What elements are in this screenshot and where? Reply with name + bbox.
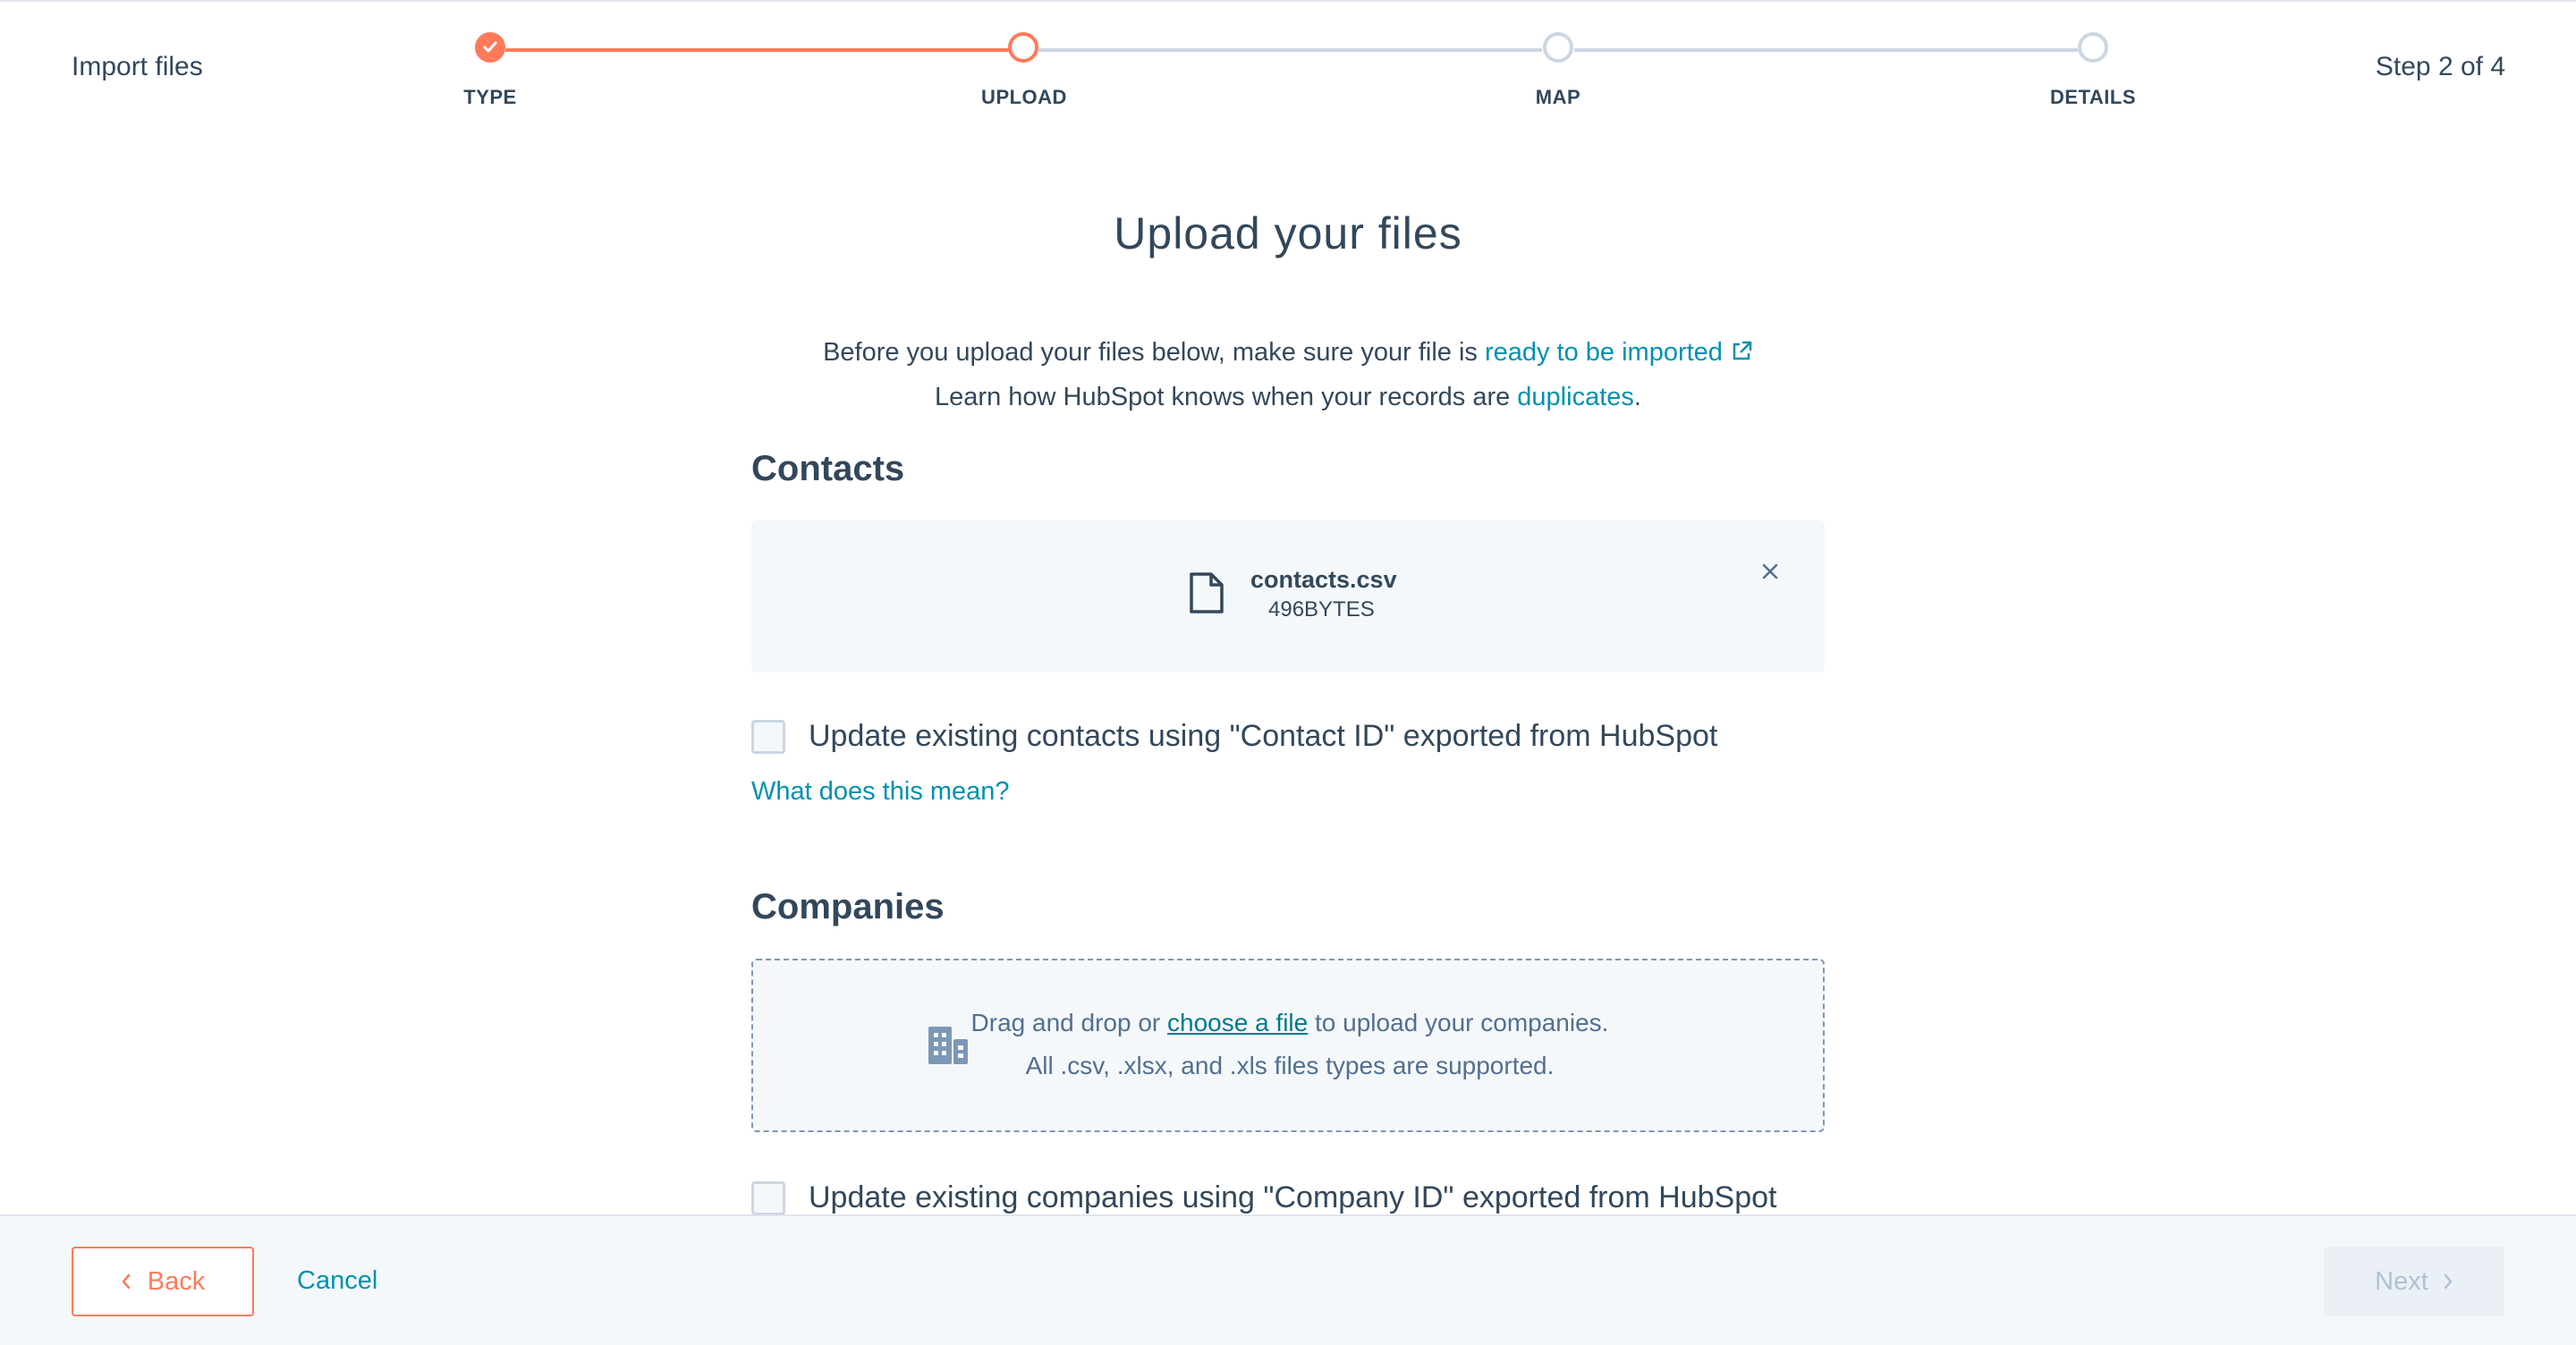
- ready-to-import-link[interactable]: ready to be imported: [1485, 338, 1723, 367]
- chevron-left-icon: [122, 1273, 130, 1290]
- choose-file-link[interactable]: choose a file: [1167, 1009, 1308, 1036]
- close-icon[interactable]: [1760, 562, 1780, 586]
- intro-line-2: Learn how HubSpot knows when your record…: [0, 383, 2576, 412]
- file-name: contacts.csv: [1250, 566, 1397, 593]
- update-contacts-label[interactable]: Update existing contacts using "Contact …: [809, 719, 1717, 754]
- step-map-indicator: [1543, 32, 1573, 63]
- step-label-map: MAP: [1535, 86, 1581, 108]
- file-size: 496BYTES: [1268, 597, 1375, 622]
- step-type-indicator: [475, 32, 505, 63]
- dropzone-instructions: Drag and drop or choose a file to upload…: [753, 1009, 1826, 1037]
- cancel-button[interactable]: Cancel: [297, 1266, 377, 1296]
- intro-line-1: Before you upload your files below, make…: [0, 338, 2576, 370]
- step-details-indicator: [2078, 32, 2108, 63]
- update-companies-checkbox[interactable]: [751, 1180, 785, 1215]
- dropzone-text: Drag and drop or: [970, 1009, 1168, 1036]
- import-title: Import files: [72, 52, 203, 81]
- uploaded-file-card: contacts.csv 496BYTES: [751, 520, 1825, 672]
- page-title: Upload your files: [1114, 208, 1462, 258]
- wizard-footer: Back Cancel Next: [0, 1214, 2576, 1345]
- intro-text: Learn how HubSpot knows when your record…: [935, 383, 1518, 411]
- companies-section-title: Companies: [751, 887, 945, 926]
- file-icon: [1188, 571, 1225, 620]
- intro-text: Before you upload your files below, make…: [823, 338, 1485, 367]
- next-button-label: Next: [2375, 1266, 2428, 1296]
- external-link-icon[interactable]: [1730, 340, 1753, 370]
- progress-track: [1038, 48, 1542, 52]
- check-icon: [483, 41, 497, 53]
- dropzone-text: to upload your companies.: [1308, 1009, 1609, 1036]
- update-contacts-option[interactable]: Update existing contacts using "Contact …: [751, 719, 1717, 754]
- companies-dropzone[interactable]: Drag and drop or choose a file to upload…: [751, 959, 1825, 1132]
- what-does-this-mean-link[interactable]: What does this mean?: [751, 777, 1010, 807]
- duplicates-link[interactable]: duplicates: [1517, 383, 1634, 411]
- progress-track: [1574, 48, 2078, 52]
- step-label-upload: UPLOAD: [981, 86, 1067, 108]
- back-button-label: Back: [147, 1266, 206, 1296]
- update-companies-option[interactable]: Update existing companies using "Company…: [751, 1180, 1776, 1215]
- next-button[interactable]: Next: [2324, 1247, 2504, 1316]
- step-counter: Step 2 of 4: [2375, 52, 2505, 81]
- step-label-details: DETAILS: [2050, 86, 2136, 108]
- dropzone-formats: All .csv, .xlsx, and .xls files types ar…: [1025, 1052, 1555, 1079]
- chevron-right-icon: [2444, 1273, 2453, 1290]
- intro-text: .: [1633, 383, 1641, 411]
- contacts-section-title: Contacts: [751, 449, 905, 488]
- progress-track-complete: [505, 48, 1022, 52]
- wizard-header: Import files TYPE UPLOAD MAP DETAILS Ste…: [0, 0, 2576, 134]
- step-label-type: TYPE: [463, 86, 517, 108]
- back-button[interactable]: Back: [72, 1247, 254, 1316]
- update-contacts-checkbox[interactable]: [751, 719, 785, 754]
- step-upload-indicator: [1008, 32, 1038, 63]
- update-companies-label[interactable]: Update existing companies using "Company…: [809, 1180, 1776, 1215]
